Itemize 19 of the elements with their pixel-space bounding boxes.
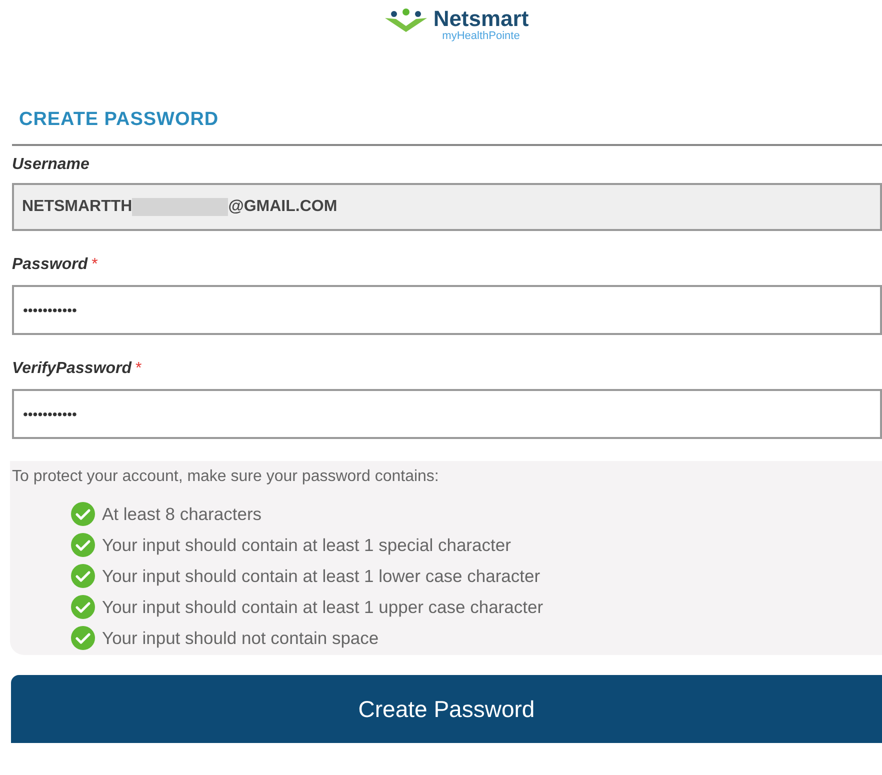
logo-tagline: myHealthPointe	[442, 30, 520, 44]
username-label: Username	[12, 155, 90, 176]
password-field[interactable]: •••••••••••	[12, 389, 882, 440]
requirement-text: Your input should contain at least 1 special character	[102, 534, 511, 558]
username-field: NETSMARTTH @GMAIL.COM	[12, 183, 882, 232]
field-label: Password	[12, 255, 88, 276]
field-label: VerifyPassword	[12, 359, 132, 380]
requirement-text: Your input should contain at least 1 lower case character	[102, 565, 540, 588]
people-logo-icon	[383, 8, 430, 34]
requirement-text: Your input should not contain space	[102, 627, 379, 650]
logo-name: Netsmart	[433, 8, 529, 30]
page-heading: CREATE PASSWORD	[18, 108, 220, 132]
password-field[interactable]: •••••••••••	[12, 285, 882, 336]
requirements-intro: To protect your account, make sure your password contains:	[11, 467, 440, 488]
required-asterisk: *	[92, 255, 98, 276]
requirement-text: At least 8 characters	[102, 503, 262, 526]
required-asterisk: *	[135, 359, 142, 380]
requirement-text: Your input should contain at least 1 upper case character	[102, 596, 544, 620]
create-password-button[interactable]: Create Password	[11, 675, 882, 744]
